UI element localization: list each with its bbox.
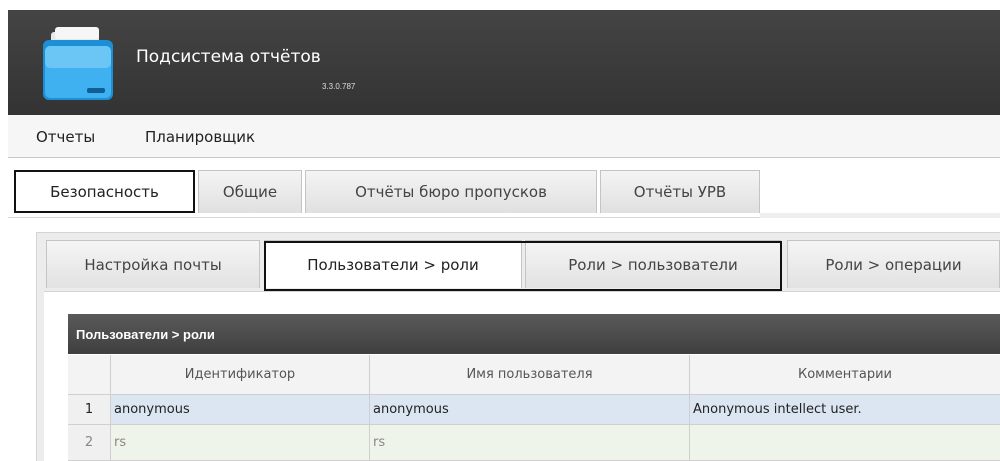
tab-users-roles[interactable]: Пользователи > роли [264,240,522,288]
cell-username: anonymous [370,395,690,424]
app-title: Подсистема отчётов [136,47,321,67]
column-header-comments[interactable]: Комментарии [690,355,1000,394]
cell-identifier: rs [111,425,370,460]
app-version: 3.3.0.787 [322,82,356,91]
row-number: 2 [68,425,111,460]
app-header: Подсистема отчётов 3.3.0.787 [8,10,1000,115]
tab-general[interactable]: Общие [198,170,302,213]
cell-identifier: anonymous [111,395,370,424]
grid-title: Пользователи > роли [68,314,1000,354]
menu-item-scheduler[interactable]: Планировщик [145,128,255,146]
tab-roles-users[interactable]: Роли > пользователи [525,240,781,288]
cell-username: rs [370,425,690,460]
report-folder-icon [43,27,113,100]
table-row[interactable]: 1 anonymous anonymous Anonymous intellec… [68,395,1000,425]
grid-header: Идентификатор Имя пользователя Комментар… [68,355,1000,395]
tab-mail-settings[interactable]: Настройка почты [46,240,260,288]
row-number: 1 [68,395,111,424]
cell-comment: Anonymous intellect user. [693,402,862,417]
column-header-number [68,355,111,394]
tab-bar-strip [760,213,1000,218]
tab-time-tracking-reports[interactable]: Отчёты УРВ [600,170,760,213]
menu-item-reports[interactable]: Отчеты [36,128,95,146]
column-header-username[interactable]: Имя пользователя [370,355,690,394]
tab-pass-office-reports[interactable]: Отчёты бюро пропусков [305,170,597,213]
tab-roles-operations[interactable]: Роли > операции [787,240,1000,288]
column-header-identifier[interactable]: Идентификатор [111,355,370,394]
tab-security[interactable]: Безопасность [14,170,195,213]
cell-comment [690,425,1000,460]
table-row[interactable]: 2 rs rs [68,425,1000,461]
